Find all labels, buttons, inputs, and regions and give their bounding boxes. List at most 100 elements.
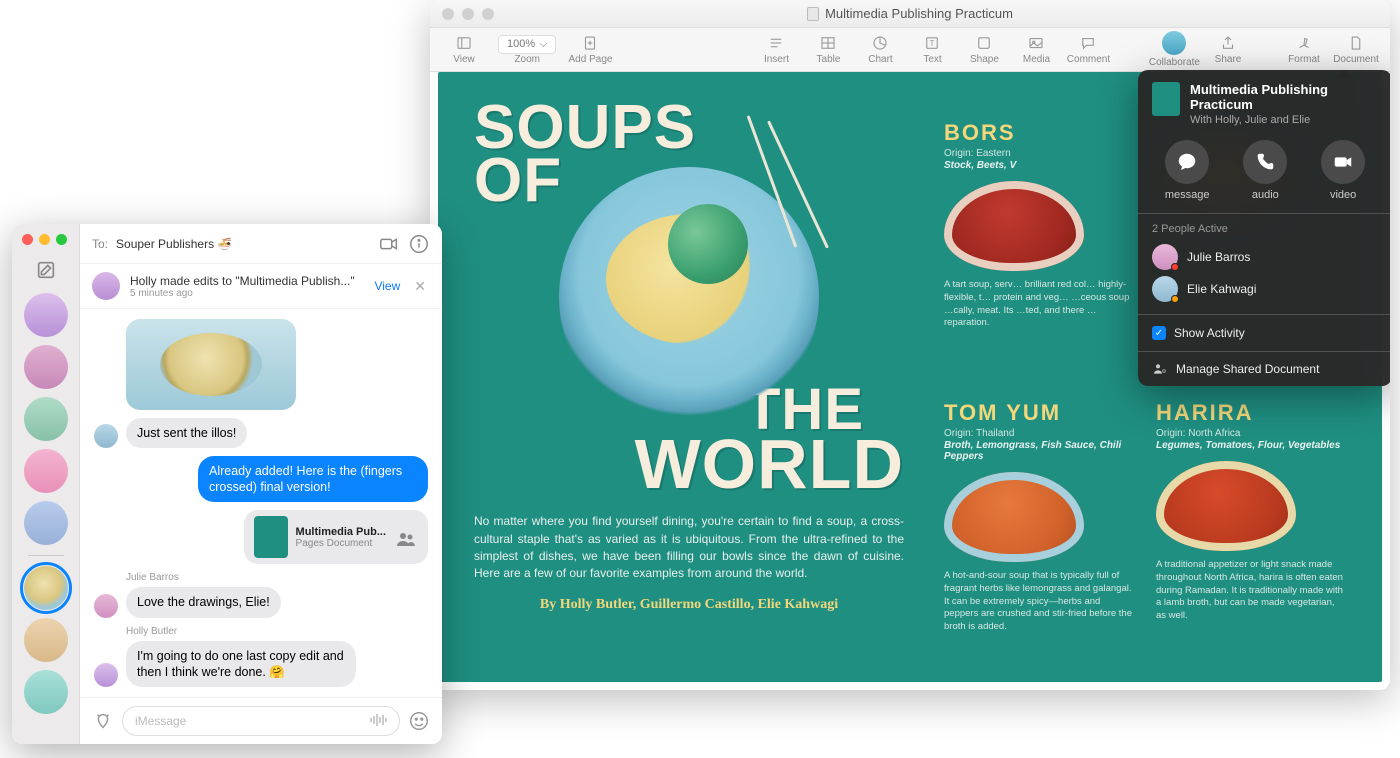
collaborate-popover: Multimedia Publishing Practicum With Hol… xyxy=(1138,70,1390,386)
collab-person-julie[interactable]: Julie Barros xyxy=(1152,241,1378,273)
collab-audio-button[interactable]: audio xyxy=(1243,140,1287,201)
sender-name-label: Holly Butler xyxy=(126,626,428,637)
document-button[interactable]: Document xyxy=(1332,30,1380,70)
collaborator-avatar-icon xyxy=(1162,31,1186,55)
recipe-origin: Origin: North Africa xyxy=(1156,428,1346,439)
sidebar-conversation-2[interactable] xyxy=(24,345,68,389)
traffic-close-icon[interactable] xyxy=(442,8,454,20)
banner-text: Holly made edits to "Multimedia Publish.… xyxy=(130,274,364,288)
sidebar-conversation-1[interactable] xyxy=(24,293,68,337)
traffic-zoom-icon[interactable] xyxy=(56,234,67,245)
avatar-icon xyxy=(1152,244,1178,270)
pages-traffic-lights[interactable] xyxy=(442,8,494,20)
to-label: To: xyxy=(92,237,108,251)
messages-window: To: Souper Publishers 🍜 Holly made edits… xyxy=(12,224,442,744)
info-button[interactable] xyxy=(408,233,430,255)
sidebar-conversation-4[interactable] xyxy=(24,449,68,493)
message-bubble-in: Love the drawings, Elie! xyxy=(126,587,281,617)
message-bubble-out: Already added! Here is the (fingers cros… xyxy=(198,456,428,503)
recipe-desc: A hot-and-sour soup that is typically fu… xyxy=(944,570,1134,634)
collab-doc-title: Multimedia Publishing Practicum xyxy=(1190,82,1378,112)
collab-subtitle: With Holly, Julie and Elie xyxy=(1190,114,1378,126)
collaboration-banner: Holly made edits to "Multimedia Publish.… xyxy=(80,264,442,309)
message-stream[interactable]: Just sent the illos! Already added! Here… xyxy=(80,309,442,697)
emoji-button[interactable] xyxy=(408,710,430,732)
share-button[interactable]: Share xyxy=(1204,30,1252,70)
sidebar-conversation-5[interactable] xyxy=(24,501,68,545)
sidebar-conversation-souper[interactable] xyxy=(24,566,68,610)
messages-header: To: Souper Publishers 🍜 xyxy=(80,224,442,264)
recipe-title: TOM YUM xyxy=(944,400,1134,426)
collab-message-button[interactable]: message xyxy=(1165,140,1210,201)
recipe-ingredients: Stock, Beets, V xyxy=(944,160,1134,171)
traffic-minimize-icon[interactable] xyxy=(39,234,50,245)
pages-window-title: Multimedia Publishing Practicum xyxy=(430,6,1390,22)
document-icon xyxy=(807,7,819,21)
person-name: Julie Barros xyxy=(1187,250,1250,264)
manage-shared-label: Manage Shared Document xyxy=(1176,362,1319,376)
facetime-video-button[interactable] xyxy=(378,233,400,255)
doc-byline: By Holly Butler, Guillermo Castillo, Eli… xyxy=(474,597,904,613)
input-placeholder: iMessage xyxy=(135,714,186,728)
message-bubble-in: I'm going to do one last copy edit and t… xyxy=(126,641,356,688)
recipient-name: Souper Publishers 🍜 xyxy=(116,237,232,251)
shape-button[interactable]: Shape xyxy=(960,30,1008,70)
collab-video-button[interactable]: video xyxy=(1321,140,1365,201)
recipe-title: HARIRA xyxy=(1156,400,1346,426)
doc-intro: No matter where you find yourself dining… xyxy=(474,513,904,583)
doc-thumbnail-icon xyxy=(1152,82,1180,116)
messages-sidebar xyxy=(12,224,80,744)
message-document-attachment[interactable]: Multimedia Pub... Pages Document xyxy=(244,510,428,564)
show-activity-checkbox[interactable]: ✓ Show Activity xyxy=(1152,324,1378,342)
recipe-desc: A traditional appetizer or light snack m… xyxy=(1156,559,1346,623)
message-input[interactable]: iMessage xyxy=(122,706,400,736)
sidebar-conversation-7[interactable] xyxy=(24,670,68,714)
traffic-minimize-icon[interactable] xyxy=(462,8,474,20)
recipe-ingredients: Broth, Lemongrass, Fish Sauce, Chili Pep… xyxy=(944,440,1134,462)
recipe-tomyum: TOM YUM Origin: Thailand Broth, Lemongra… xyxy=(944,400,1134,652)
recipe-title: BORS xyxy=(944,120,1134,146)
media-button[interactable]: Media xyxy=(1012,30,1060,70)
audio-waveform-icon[interactable] xyxy=(369,713,389,730)
insert-button[interactable]: Insert xyxy=(752,30,800,70)
apps-button[interactable] xyxy=(92,710,114,732)
banner-view-button[interactable]: View xyxy=(374,279,400,293)
pages-toolbar: View 100% ⌵Zoom Add Page Insert Table Ch… xyxy=(430,28,1390,72)
banner-avatar-icon xyxy=(92,272,120,300)
soup-illustration xyxy=(944,181,1084,271)
add-page-button[interactable]: Add Page xyxy=(566,30,614,70)
recipe-desc: A tart soup, serv… brilliant red col… hi… xyxy=(944,279,1134,330)
people-gear-icon xyxy=(1152,361,1168,377)
sidebar-conversation-3[interactable] xyxy=(24,397,68,441)
format-button[interactable]: Format xyxy=(1280,30,1328,70)
view-button[interactable]: View xyxy=(440,30,488,70)
zoom-dropdown[interactable]: 100% ⌵Zoom xyxy=(492,30,562,70)
message-bubble-in: Just sent the illos! xyxy=(126,418,247,448)
sidebar-conversation-6[interactable] xyxy=(24,618,68,662)
banner-close-button[interactable]: ✕ xyxy=(410,278,430,295)
messages-traffic-lights[interactable] xyxy=(22,234,67,245)
avatar-icon xyxy=(1152,276,1178,302)
table-button[interactable]: Table xyxy=(804,30,852,70)
message-input-bar: iMessage xyxy=(80,697,442,744)
pages-window: Multimedia Publishing Practicum View 100… xyxy=(430,0,1390,690)
comment-button[interactable]: Comment xyxy=(1064,30,1112,70)
chart-button[interactable]: Chart xyxy=(856,30,904,70)
recipe-borscht: BORS Origin: Eastern Stock, Beets, V A t… xyxy=(944,120,1134,372)
collab-person-elie[interactable]: Elie Kahwagi xyxy=(1152,273,1378,305)
recipe-ingredients: Legumes, Tomatoes, Flour, Vegetables xyxy=(1156,440,1346,451)
traffic-close-icon[interactable] xyxy=(22,234,33,245)
recipe-harira: HARIRA Origin: North Africa Legumes, Tom… xyxy=(1156,400,1346,652)
show-activity-label: Show Activity xyxy=(1174,326,1245,340)
collaborate-button[interactable]: Collaborate xyxy=(1149,30,1200,70)
compose-button[interactable] xyxy=(35,259,57,281)
pages-titlebar[interactable]: Multimedia Publishing Practicum xyxy=(430,0,1390,28)
sender-name-label: Julie Barros xyxy=(126,572,428,583)
active-people-label: 2 People Active xyxy=(1152,223,1378,235)
traffic-zoom-icon[interactable] xyxy=(482,8,494,20)
message-image-attachment[interactable] xyxy=(126,319,296,410)
manage-shared-button[interactable]: Manage Shared Document xyxy=(1152,361,1378,377)
sender-avatar-icon xyxy=(94,424,118,448)
text-button[interactable]: TText xyxy=(908,30,956,70)
person-name: Elie Kahwagi xyxy=(1187,282,1256,296)
